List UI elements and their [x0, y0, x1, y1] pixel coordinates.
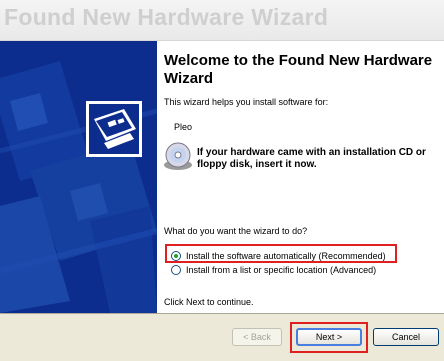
continue-text: Click Next to continue. — [164, 297, 254, 307]
cd-prompt: If your hardware came with an installati… — [197, 147, 426, 170]
highlight-box — [290, 322, 368, 353]
cd-disc-icon — [164, 142, 192, 170]
button-bar: < Back Next > Cancel — [0, 313, 444, 361]
title-bar: Found New Hardware Wizard — [0, 0, 444, 41]
sidebar-pattern-graphic — [0, 41, 157, 313]
option-install-from-list[interactable]: Install from a list or specific location… — [171, 263, 376, 277]
device-name: Pleo — [174, 122, 193, 132]
page-heading: Welcome to the Found New Hardware Wizard — [164, 52, 433, 87]
hardware-wizard-icon — [86, 101, 142, 157]
highlight-box — [165, 244, 397, 263]
window-title: Found New Hardware Wizard — [4, 4, 329, 30]
cancel-button[interactable]: Cancel — [373, 328, 439, 346]
intro-text: This wizard helps you install software f… — [164, 97, 329, 107]
back-button[interactable]: < Back — [232, 328, 282, 346]
question-text: What do you want the wizard to do? — [164, 226, 308, 236]
sidebar-graphic — [0, 41, 157, 313]
wizard-content: Welcome to the Found New Hardware Wizard… — [157, 41, 444, 313]
radio-button[interactable] — [171, 265, 181, 275]
option-label: Install from a list or specific location… — [186, 265, 377, 275]
